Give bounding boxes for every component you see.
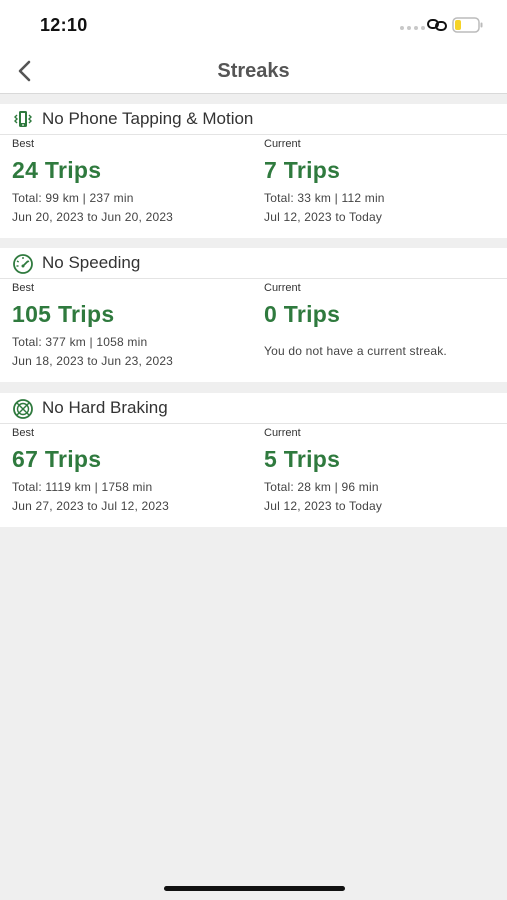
- streak-card-hard-braking: No Hard Braking Best 67 Trips Total: 111…: [0, 393, 507, 527]
- current-total: Total: 28 km | 96 min: [264, 480, 379, 494]
- cellular-signal-icon: [400, 26, 425, 30]
- navigation-bar: Streaks: [0, 50, 507, 94]
- current-total: Total: 33 km | 112 min: [264, 191, 385, 205]
- best-streak: Best 67 Trips Total: 1119 km | 1758 min …: [12, 426, 252, 516]
- best-label: Best: [12, 427, 35, 439]
- battery-icon: [452, 17, 483, 33]
- best-streak: Best 105 Trips Total: 377 km | 1058 min …: [12, 281, 252, 371]
- streak-title: No Hard Braking: [42, 398, 168, 417]
- status-bar: 12:10: [0, 0, 507, 50]
- streak-card-header: No Speeding: [0, 248, 507, 279]
- status-time: 12:10: [40, 15, 88, 35]
- best-date-range: Jun 27, 2023 to Jul 12, 2023: [12, 499, 170, 513]
- speedometer-icon: [13, 254, 33, 274]
- current-label: Current: [264, 138, 301, 150]
- page-title: Streaks: [217, 60, 290, 82]
- best-total: Total: 1119 km | 1758 min: [12, 480, 153, 494]
- phone-vibrate-icon: [14, 111, 32, 127]
- best-trips: 105 Trips: [12, 301, 115, 327]
- brake-disc-icon: [13, 399, 33, 419]
- best-total: Total: 99 km | 237 min: [12, 191, 134, 205]
- streak-card-phone-tapping: No Phone Tapping & Motion Best 24 Trips …: [0, 104, 507, 238]
- streak-card-speeding: No Speeding Best 105 Trips Total: 377 km…: [0, 248, 507, 382]
- best-date-range: Jun 18, 2023 to Jun 23, 2023: [12, 354, 174, 368]
- current-date-range: Jul 12, 2023 to Today: [264, 499, 383, 513]
- current-streak: Current 5 Trips Total: 28 km | 96 min Ju…: [264, 426, 504, 516]
- streak-card-header: No Hard Braking: [0, 393, 507, 424]
- best-streak: Best 24 Trips Total: 99 km | 237 min Jun…: [12, 137, 252, 227]
- current-streak: Current 0 Trips You do not have a curren…: [264, 281, 504, 361]
- best-trips: 24 Trips: [12, 157, 102, 183]
- no-current-streak-message: You do not have a current streak.: [264, 344, 447, 358]
- streak-title: No Phone Tapping & Motion: [42, 109, 254, 128]
- hotspot-link-icon: [427, 19, 447, 31]
- current-trips: 0 Trips: [264, 301, 341, 327]
- best-trips: 67 Trips: [12, 446, 102, 472]
- current-trips: 7 Trips: [264, 157, 341, 183]
- current-label: Current: [264, 282, 301, 294]
- current-date-range: Jul 12, 2023 to Today: [264, 210, 383, 224]
- streak-card-header: No Phone Tapping & Motion: [0, 104, 507, 135]
- best-total: Total: 377 km | 1058 min: [12, 335, 148, 349]
- current-trips: 5 Trips: [264, 446, 341, 472]
- best-label: Best: [12, 138, 35, 150]
- current-label: Current: [264, 427, 301, 439]
- best-label: Best: [12, 282, 35, 294]
- streak-title: No Speeding: [42, 253, 141, 272]
- best-date-range: Jun 20, 2023 to Jun 20, 2023: [12, 210, 174, 224]
- home-indicator[interactable]: [164, 886, 345, 891]
- current-streak: Current 7 Trips Total: 33 km | 112 min J…: [264, 137, 504, 227]
